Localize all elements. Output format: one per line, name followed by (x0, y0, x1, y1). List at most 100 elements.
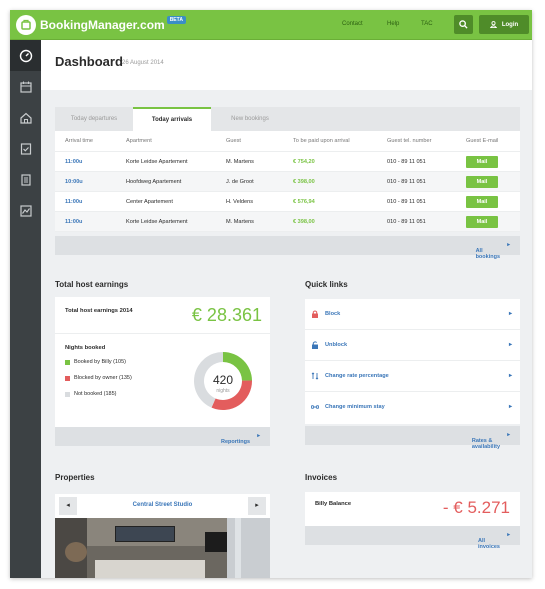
donut-value: 420 (213, 373, 233, 387)
calendar-icon (19, 81, 32, 93)
quicklink-label: Change rate percentage (325, 373, 389, 379)
sidebar-item-dashboard[interactable] (10, 40, 41, 71)
photo-window (227, 518, 270, 578)
quicklinks-heading: Quick links (305, 280, 348, 289)
tab-new-bookings[interactable]: New bookings (211, 107, 289, 131)
guest-name: J. de Groot (226, 179, 254, 185)
amount-due: € 398,00 (293, 179, 315, 185)
sidebar-item-calendar[interactable] (10, 71, 41, 102)
logo[interactable]: BookingManager.com BETA (16, 15, 186, 35)
nights-title: Nights booked (65, 345, 106, 351)
all-invoices-label: All invoices (477, 538, 500, 550)
guest-phone: 010 - 89 11 051 (387, 179, 426, 185)
amount-due: € 398,00 (293, 219, 315, 225)
earnings-amount: € 28.361 (191, 305, 262, 325)
mail-button[interactable]: Mail (466, 216, 498, 228)
logo-icon (16, 15, 36, 35)
invoices-bar: All invoices ▸ (305, 526, 520, 550)
lock-icon (312, 310, 318, 318)
property-selector: ◂ Central Street Studio ▸ (55, 494, 270, 518)
table-row[interactable]: 11:00u Korte Leidse Apartement M. Marten… (55, 212, 520, 232)
all-bookings-bar: All bookings ▸ (55, 236, 520, 260)
guest-phone: 010 - 89 11 051 (387, 159, 426, 165)
photo-sofa (95, 560, 205, 578)
dumbbell-icon (311, 405, 319, 409)
earnings-heading: Total host earnings (55, 280, 129, 289)
mail-button[interactable]: Mail (466, 156, 498, 168)
table-row[interactable]: 11:00u Center Apartement H. Veldens € 57… (55, 192, 520, 212)
page-date: 26 August 2014 (122, 60, 164, 66)
balance-amount: - € 5.271 (442, 498, 510, 517)
apartment-name: Center Apartement (126, 199, 173, 205)
nav-tac[interactable]: TAC (421, 21, 433, 27)
sidebar (10, 40, 41, 578)
sidebar-item-documents[interactable] (10, 164, 41, 195)
page-header: Dashboard 26 August 2014 (41, 40, 532, 90)
arrival-time: 10:00u (65, 179, 83, 185)
mail-button[interactable]: Mail (466, 196, 498, 208)
legend-item: Blocked by owner (135) (65, 375, 132, 381)
nav-contact[interactable]: Contact (342, 21, 363, 27)
divider (55, 333, 270, 334)
quicklink-change-rate[interactable]: Change rate percentage ▸ (305, 361, 520, 392)
rates-availability-link[interactable]: Rates & availability ▸ (472, 432, 510, 450)
all-bookings-link[interactable]: All bookings ▸ (476, 242, 510, 260)
column-header: Guest tel. number (387, 138, 432, 144)
quicklinks-card: Block ▸ Unblock ▸ Change rate percentage… (305, 299, 520, 424)
column-header: Guest (226, 138, 241, 144)
amount-due: € 576,94 (293, 199, 315, 205)
earnings-card: Total host earnings 2014 € 28.361 Nights… (55, 297, 270, 427)
chart-icon (19, 204, 32, 217)
property-name[interactable]: Central Street Studio (55, 502, 270, 508)
column-header: To be paid upon arrival (293, 138, 350, 144)
chevron-right-icon: ▸ (508, 342, 512, 348)
rates-availability-label: Rates & availability (471, 438, 501, 450)
earnings-label: Total host earnings 2014 (65, 308, 133, 314)
arrival-time: 11:00u (65, 199, 83, 205)
reportings-label: Reportings (220, 439, 250, 445)
nav-help[interactable]: Help (387, 21, 399, 27)
booking-tabs: Today departures Today arrivals New book… (55, 107, 520, 131)
photo-tv (205, 532, 229, 552)
document-icon (20, 173, 31, 186)
sidebar-item-home[interactable] (10, 102, 41, 133)
all-bookings-label: All bookings (475, 248, 501, 260)
tab-today-arrivals[interactable]: Today arrivals (133, 107, 211, 131)
reportings-link[interactable]: Reportings ▸ (221, 433, 260, 445)
column-header: Guest E-mail (466, 138, 499, 144)
next-property-button[interactable]: ▸ (248, 497, 266, 515)
mail-button[interactable]: Mail (466, 176, 498, 188)
legend-swatch (65, 375, 70, 381)
guest-name: M. Martens (226, 159, 254, 165)
quicklink-change-min-stay[interactable]: Change minimum stay ▸ (305, 392, 520, 423)
rates-bar: Rates & availability ▸ (305, 426, 520, 450)
quicklink-unblock[interactable]: Unblock ▸ (305, 330, 520, 361)
donut-label: nights (216, 388, 230, 394)
user-icon (489, 21, 497, 28)
property-photo (55, 518, 270, 578)
legend-label: Blocked by owner (135) (74, 375, 132, 381)
login-button[interactable]: Login (479, 15, 529, 34)
sidebar-item-reports[interactable] (10, 195, 41, 226)
arrival-time: 11:00u (65, 159, 83, 165)
table-row[interactable]: 10:00u Hoofdweg Apartement J. de Groot €… (55, 172, 520, 192)
home-icon (19, 112, 32, 124)
sidebar-item-tasks[interactable] (10, 133, 41, 164)
invoices-card: Billy Balance - € 5.271 (305, 492, 520, 526)
quicklink-block[interactable]: Block ▸ (305, 299, 520, 330)
page-title: Dashboard (55, 54, 123, 69)
app-name: BookingManager.com (40, 18, 165, 32)
all-invoices-link[interactable]: All invoices ▸ (478, 532, 510, 550)
table-row[interactable]: 11:00u Korte Leidse Apartement M. Marten… (55, 152, 520, 172)
legend-label: Not booked (185) (74, 391, 117, 397)
tab-today-departures[interactable]: Today departures (55, 107, 133, 131)
search-button[interactable] (454, 15, 473, 34)
table-header-row: Arrival time Apartment Guest To be paid … (55, 131, 520, 152)
nights-donut-chart: 420 nights (194, 352, 252, 410)
amount-due: € 754,20 (293, 159, 315, 165)
photo-plant (65, 542, 87, 562)
reportings-bar: Reportings ▸ (55, 427, 270, 446)
guest-name: M. Martens (226, 219, 254, 225)
apartment-name: Hoofdweg Apartement (126, 179, 182, 185)
apartment-name: Korte Leidse Apartement (126, 159, 188, 165)
